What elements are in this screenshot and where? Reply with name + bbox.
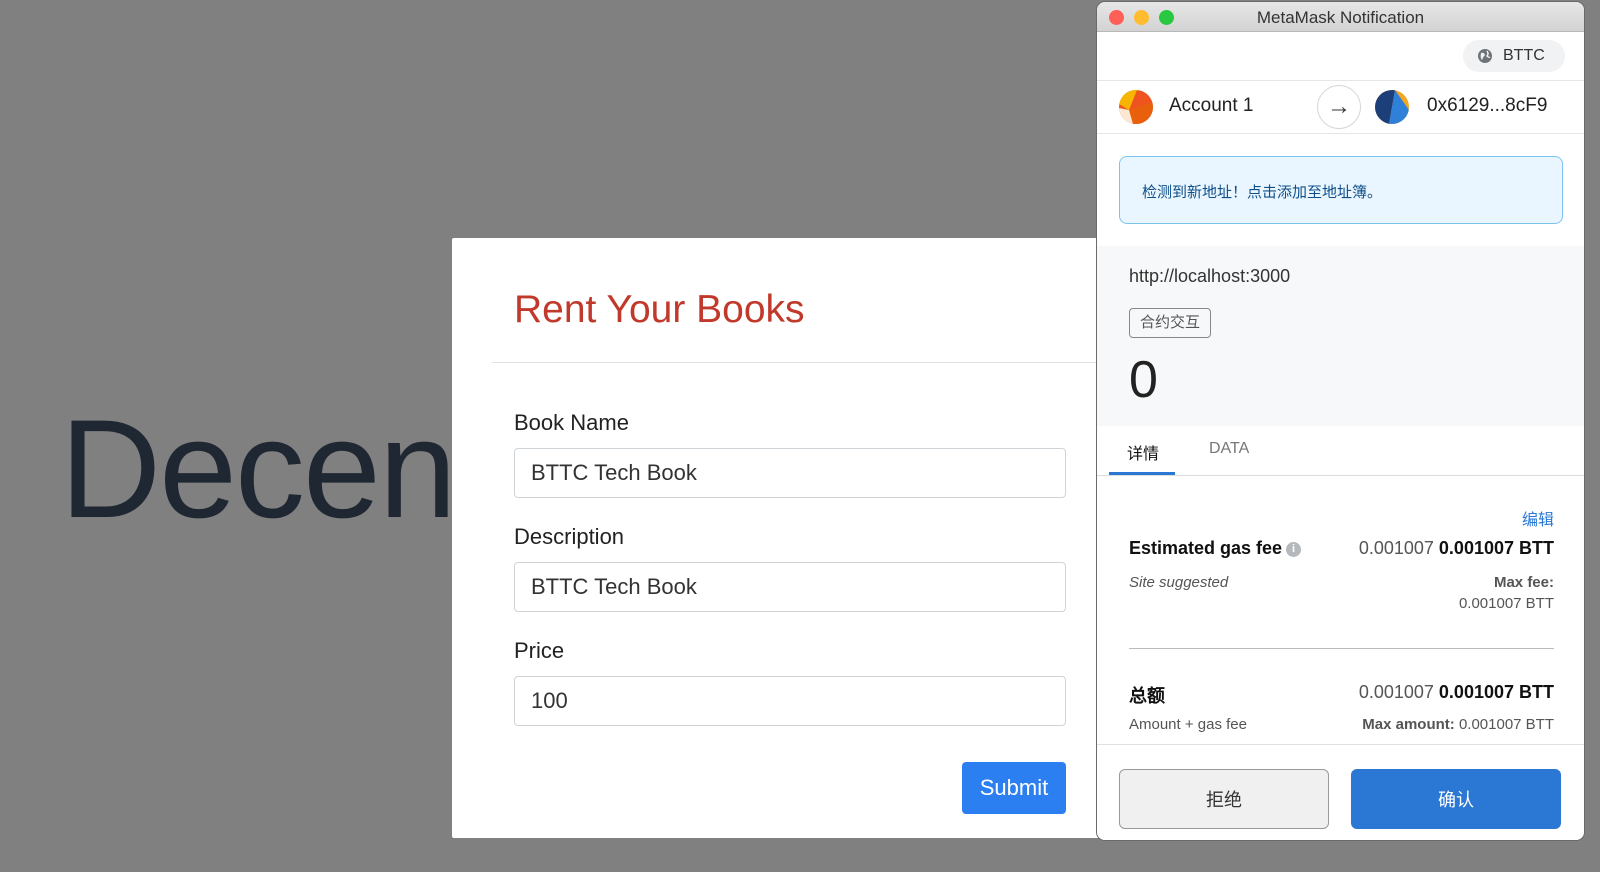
- edit-gas-link[interactable]: 编辑: [1522, 506, 1554, 530]
- reject-button[interactable]: 拒绝: [1119, 769, 1329, 829]
- total-value-plain: 0.001007: [1358, 682, 1434, 702]
- info-icon[interactable]: i: [1286, 542, 1302, 557]
- max-fee-value: 0.001007 BTT: [1458, 595, 1554, 612]
- price-label: Price: [514, 638, 565, 663]
- contract-interaction-tag: 合约交互: [1129, 308, 1212, 338]
- tab-details[interactable]: 详情: [1127, 440, 1159, 464]
- max-fee-label: Max fee:: [1493, 574, 1554, 591]
- rent-books-modal: Rent Your Books Book Name Description Pr…: [452, 238, 1102, 838]
- from-account-name[interactable]: Account 1: [1169, 95, 1254, 117]
- max-amount-value: 0.001007 BTT: [1458, 716, 1554, 733]
- new-address-notice[interactable]: 检测到新地址！点击添加至地址簿。: [1119, 156, 1563, 224]
- tab-data[interactable]: DATA: [1209, 440, 1249, 458]
- window-titlebar: MetaMask Notification: [1097, 2, 1584, 32]
- max-fee: Max fee: 0.001007 BTT: [1459, 574, 1554, 612]
- transaction-amount: 0: [1129, 351, 1158, 409]
- background-heading: Decent: [60, 390, 460, 547]
- gas-fee-value-bold: 0.001007 BTT: [1438, 538, 1554, 558]
- active-tab-indicator: [1109, 472, 1175, 475]
- modal-title: Rent Your Books: [514, 288, 805, 331]
- metamask-window: MetaMask Notification BTTC Account 1 → 0…: [1097, 2, 1584, 840]
- submit-button[interactable]: Submit: [962, 762, 1066, 814]
- globe-icon: [1478, 49, 1492, 63]
- modal-divider: [492, 362, 1102, 363]
- book-name-input[interactable]: [514, 448, 1066, 498]
- max-amount: Max amount: 0.001007 BTT: [1362, 716, 1554, 733]
- total-label: 总额: [1129, 686, 1165, 706]
- amount-plus-gas-text: Amount + gas fee: [1129, 716, 1247, 733]
- description-label: Description: [514, 524, 625, 549]
- total-value-bold: 0.001007 BTT: [1438, 682, 1554, 702]
- gas-fee-label-text: Estimated gas fee: [1129, 538, 1283, 558]
- network-selector[interactable]: BTTC: [1463, 40, 1565, 72]
- detail-tabs: 详情 DATA: [1097, 426, 1584, 476]
- max-amount-label: Max amount:: [1362, 716, 1455, 733]
- gas-fee-label: Estimated gas fee i: [1129, 538, 1302, 559]
- action-footer: 拒绝 确认: [1097, 744, 1584, 840]
- arrow-right-icon: →: [1317, 85, 1361, 129]
- gas-fee-value: 0.001007 0.001007 BTT: [1359, 538, 1554, 559]
- from-account-avatar: [1119, 90, 1153, 124]
- transaction-summary: http://localhost:3000 合约交互 0: [1097, 246, 1584, 426]
- confirm-button[interactable]: 确认: [1351, 769, 1561, 829]
- book-name-label: Book Name: [514, 410, 629, 435]
- description-input[interactable]: [514, 562, 1066, 612]
- site-suggested-text: Site suggested: [1129, 574, 1229, 591]
- window-title: MetaMask Notification: [1256, 8, 1425, 27]
- section-divider: [1129, 648, 1554, 649]
- price-input[interactable]: [514, 676, 1066, 726]
- total-value: 0.001007 0.001007 BTT: [1359, 682, 1554, 703]
- to-address-avatar: [1375, 90, 1409, 124]
- account-row: Account 1 → 0x6129...8cF9: [1097, 80, 1584, 134]
- site-origin: http://localhost:3000: [1129, 266, 1291, 286]
- network-name: BTTC: [1503, 47, 1545, 64]
- to-address[interactable]: 0x6129...8cF9: [1427, 95, 1547, 117]
- gas-fee-value-plain: 0.001007: [1358, 538, 1434, 558]
